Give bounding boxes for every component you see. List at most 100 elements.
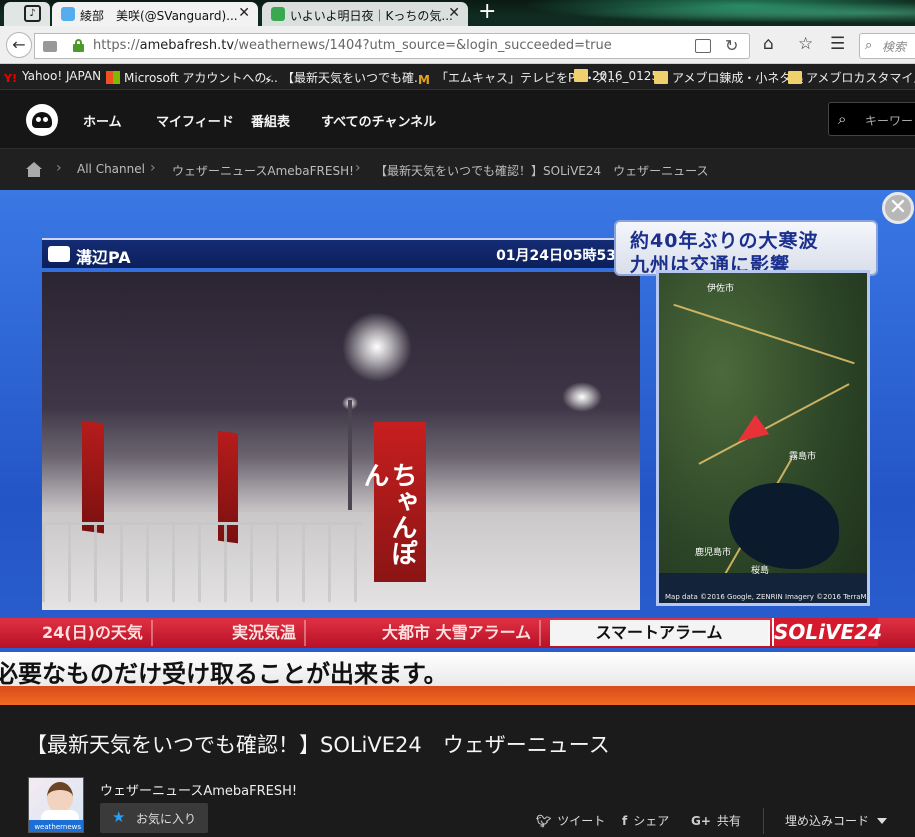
tab-title: 綾部 美咲(@SVanguard)...	[80, 9, 238, 23]
reader-view-icon[interactable]	[695, 39, 711, 53]
microsoft-icon	[106, 71, 120, 84]
m-icon: M	[418, 73, 430, 87]
fence	[42, 522, 362, 602]
bookmark-microsoft[interactable]: Microsoft アカウントへの...	[106, 69, 278, 86]
flag-text: ちゃんぽん	[359, 462, 417, 566]
gplus-share-button[interactable]: G+ 共有	[691, 812, 741, 829]
bookmark-solive[interactable]: ⚡ 【最新天気をいつでも確...	[264, 69, 425, 87]
ticker-tab-snow-alarm: 大都市 大雪アラーム	[374, 620, 542, 646]
tab-title: いよいよ明日夜｜Kっちの気...	[290, 9, 453, 23]
breadcrumb-all-channel[interactable]: All Channel	[77, 162, 145, 176]
nav-all-channels[interactable]: すべてのチャンネル	[321, 111, 436, 130]
bookmarks-bar: Y! Yahoo! JAPAN Microsoft アカウントへの... ⚡ 【最新…	[0, 64, 915, 90]
favorite-button[interactable]: ★ お気に入り	[100, 803, 208, 833]
folder-icon	[574, 69, 588, 82]
search-icon: ⌕	[865, 38, 873, 53]
breadcrumb-current: 【最新天気をいつでも確認！】SOLiVE24 ウェザーニュース	[375, 164, 709, 178]
bookmark-folder-custom[interactable]: アメブロカスタマイズ関連	[788, 69, 915, 86]
new-tab-button[interactable]: +	[478, 0, 496, 24]
satellite-map: 伊佐市 霧島市 鹿児島市 桜島 Map data ©2016 Google, Z…	[656, 270, 870, 606]
video-player[interactable]: 溝辺PA 01月24日05時53分 ちゃんぽん 約40年ぶりの大寒波 九州は交通…	[0, 190, 915, 705]
breadcrumb-channel[interactable]: ウェザーニュースAmebaFRESH!	[172, 162, 354, 179]
bolt-icon: ⚡	[264, 73, 273, 87]
map-city-label: 鹿児島市	[695, 548, 732, 558]
chevron-right-icon: ›	[355, 160, 361, 176]
url-text[interactable]: https://amebafresh.tv/weathernews/1404?u…	[93, 38, 612, 53]
channel-avatar[interactable]: weathernews	[28, 777, 84, 833]
site-logo[interactable]	[26, 104, 58, 136]
bookmarks-list-icon[interactable]: ☰	[830, 35, 845, 53]
nav-my-feed[interactable]: マイフィード	[156, 111, 234, 130]
video-title: 【最新天気をいつでも確認！】SOLiVE24 ウェザーニュース	[26, 733, 610, 757]
chevron-right-icon: ›	[56, 160, 62, 176]
camera-location: 溝辺PA	[76, 248, 131, 267]
map-city-label: 霧島市	[789, 452, 817, 462]
favorite-label: お気に入り	[136, 812, 197, 826]
street-light	[342, 312, 412, 382]
ticker-text-row: 必要なものだけ受け取ることが出来ます。	[0, 652, 915, 688]
reload-icon[interactable]: ↻	[725, 36, 738, 55]
ticker-text: 必要なものだけ受け取ることが出来ます。	[0, 660, 448, 688]
browser-theme-decoration	[485, 0, 915, 26]
banner-flag: ちゃんぽん	[359, 422, 426, 582]
channel-name[interactable]: ウェザーニュースAmebaFRESH!	[100, 780, 297, 799]
address-bar[interactable]: https://amebafresh.tv/weathernews/1404?u…	[34, 33, 750, 59]
browser-toolbar: ← https://amebafresh.tv/weathernews/1404…	[0, 26, 915, 64]
home-icon[interactable]: ⌂	[763, 35, 774, 53]
site-search-input[interactable]: ⌕ キーワード	[828, 102, 915, 136]
ticker-tabs: 24(日)の天気 実況気温 大都市 大雪アラーム スマートアラーム SOLiVE…	[0, 618, 915, 648]
browser-search-input[interactable]: ⌕ 検索	[859, 33, 915, 59]
ticker-tab-temperature: 実況気温	[224, 620, 307, 646]
folder-icon	[788, 71, 802, 84]
home-icon[interactable]	[26, 162, 42, 177]
tab-twitter[interactable]: 綾部 美咲(@SVanguard)... ✕	[52, 2, 258, 26]
facebook-icon: f	[622, 814, 628, 828]
frog-icon	[271, 7, 285, 21]
folder-icon	[654, 71, 668, 84]
headline-line-1: 約40年ぶりの大寒波	[630, 230, 819, 252]
browser-tab-strip: ♪ 綾部 美咲(@SVanguard)... ✕ いよいよ明日夜｜Kっちの気..…	[0, 0, 915, 26]
solive24-logo: SOLiVE24	[772, 618, 882, 646]
tweet-button[interactable]: 🐦︎ ツイート	[536, 812, 605, 829]
speaker-icon: ♪	[24, 5, 41, 22]
ticker-tab-weather: 24(日)の天気	[34, 620, 153, 646]
close-tab-icon[interactable]: ✕	[238, 5, 250, 21]
news-headline-box: 約40年ぶりの大寒波 九州は交通に影響	[614, 220, 878, 276]
back-button[interactable]: ←	[6, 32, 32, 58]
map-city-label: 桜島	[751, 566, 770, 576]
ticker-bottom-bar	[0, 686, 915, 705]
nav-home[interactable]: ホーム	[83, 111, 122, 130]
tab-blog[interactable]: いよいよ明日夜｜Kっちの気... ✕	[262, 2, 468, 26]
page-info-icon[interactable]	[43, 41, 57, 52]
bookmark-star-icon[interactable]: ☆	[798, 35, 813, 53]
bookmark-folder-ameblo[interactable]: アメブロ錬成・小ネタ集	[654, 69, 803, 86]
ticker-tab-smart-alarm: スマートアラーム	[550, 620, 770, 646]
star-icon: ★	[112, 808, 126, 826]
chevron-down-icon	[877, 818, 888, 824]
twitter-bird-icon: 🐦︎	[536, 814, 552, 828]
embed-code-dropdown[interactable]: 埋め込みコード	[785, 812, 888, 829]
bookmark-yahoo[interactable]: Y! Yahoo! JAPAN	[4, 69, 101, 85]
browser-app-tab[interactable]: ♪	[4, 2, 50, 26]
location-marker-icon	[730, 414, 770, 452]
google-plus-icon: G+	[691, 814, 711, 828]
facebook-share-button[interactable]: f シェア	[622, 812, 669, 829]
chevron-right-icon: ›	[150, 160, 156, 176]
twitter-bird-icon	[61, 7, 75, 21]
site-header: ホーム マイフィード 番組表 すべてのチャンネル ⌕ キーワード	[0, 90, 915, 148]
bookmark-folder-2016[interactable]: 2016_0125	[574, 69, 659, 83]
lock-icon	[73, 39, 84, 52]
close-tab-icon[interactable]: ✕	[448, 5, 460, 21]
nav-program-guide[interactable]: 番組表	[251, 111, 290, 130]
live-camera-feed: ちゃんぽん	[42, 272, 640, 610]
channel-badge: weathernews	[29, 820, 83, 832]
banner-flag	[82, 420, 104, 534]
search-icon: ⌕	[838, 110, 847, 128]
camera-header: 溝辺PA 01月24日05時53分	[42, 238, 634, 268]
street-light	[562, 382, 602, 412]
camera-icon	[48, 246, 70, 262]
divider	[763, 808, 764, 834]
close-player-button[interactable]: ✕	[882, 192, 914, 224]
map-city-label: 伊佐市	[707, 284, 735, 294]
breadcrumb: › All Channel › ウェザーニュースAmebaFRESH! › 【最…	[0, 148, 915, 190]
